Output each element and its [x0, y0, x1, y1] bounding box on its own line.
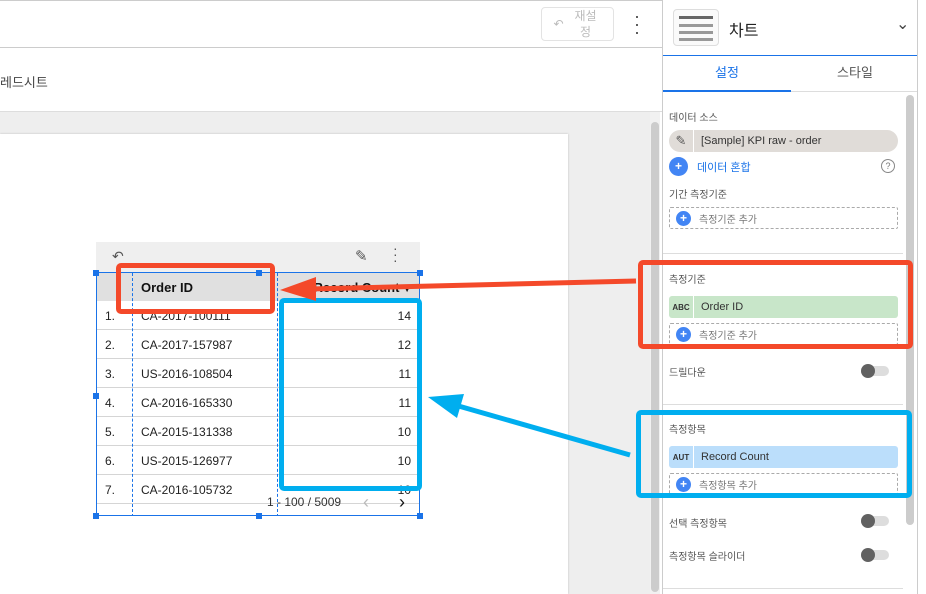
- red-arrow: [280, 277, 637, 301]
- annotation-arrows: [280, 277, 637, 458]
- blue-arrow: [428, 394, 631, 458]
